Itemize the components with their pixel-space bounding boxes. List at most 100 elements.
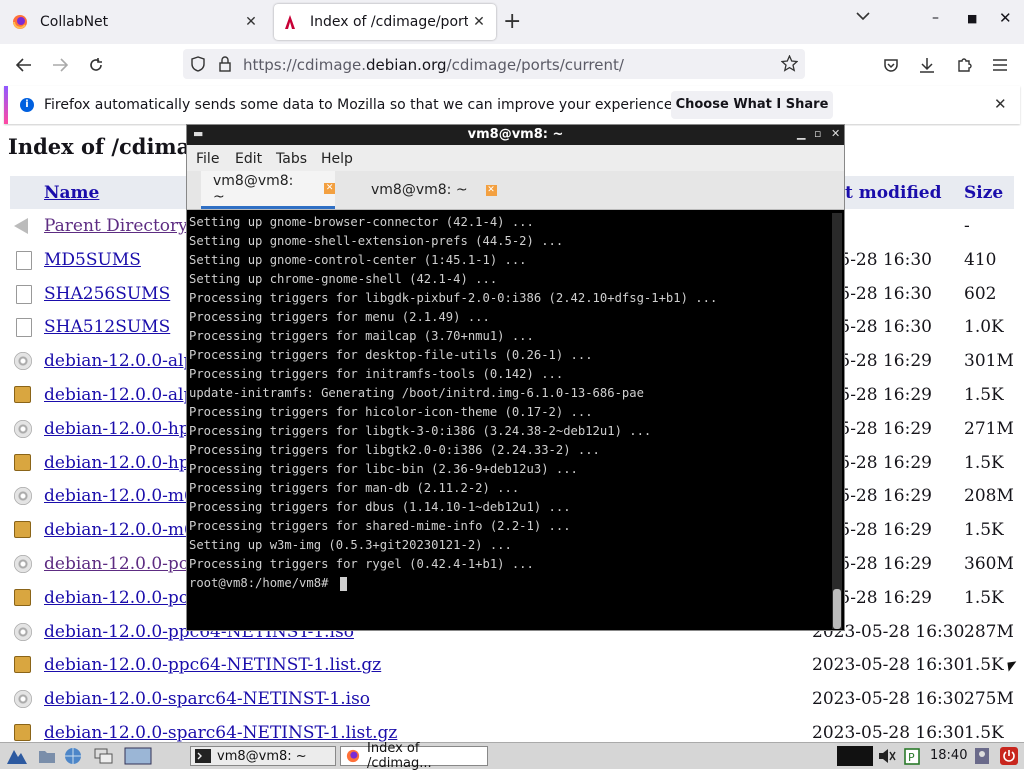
- forward-button[interactable]: [49, 54, 71, 76]
- app-menu-button[interactable]: [989, 54, 1011, 76]
- file-link[interactable]: MD5SUMS: [44, 250, 141, 270]
- clipboard-button[interactable]: P: [904, 746, 920, 766]
- list-all-tabs-icon[interactable]: [856, 11, 870, 21]
- extensions-button[interactable]: [953, 54, 975, 76]
- file-link[interactable]: debian-12.0.0-m6: [44, 486, 195, 506]
- taskbar-terminal-task[interactable]: vm8@vm8: ~: [190, 746, 336, 766]
- file-size: 275M: [964, 689, 1014, 710]
- user-icon: [975, 748, 989, 764]
- file-link[interactable]: debian-12.0.0-m6: [44, 520, 195, 540]
- file-manager-launcher[interactable]: [38, 746, 56, 766]
- file-size: -: [964, 216, 970, 236]
- modified-column-header[interactable]: t modified: [845, 183, 942, 203]
- hamburger-menu-icon: [993, 59, 1007, 71]
- table-row: debian-12.0.0-sparc64-NETINST-1.list.gz 2…: [10, 716, 1014, 742]
- terminal-scrollbar-thumb[interactable]: [833, 589, 841, 629]
- close-notification-icon[interactable]: ✕: [994, 95, 1007, 113]
- globe-icon: [65, 748, 81, 764]
- browser-tab-collabnet[interactable]: CollabNet ✕: [0, 4, 268, 40]
- terminal-line: update-initramfs: Generating /boot/initr…: [189, 386, 644, 400]
- close-terminal-tab-icon[interactable]: ✕: [485, 184, 497, 196]
- start-menu-button[interactable]: [6, 746, 28, 766]
- url-bar[interactable]: https://cdimage.debian.org/cdimage/ports…: [183, 49, 805, 79]
- firefox-icon: [13, 15, 27, 29]
- last-modified: 2023-05-28 16:30: [812, 722, 965, 742]
- terminal-line: Setting up gnome-shell-extension-prefs (…: [189, 234, 564, 248]
- file-link[interactable]: debian-12.0.0-pow: [44, 554, 204, 574]
- disc-image-icon: [14, 554, 32, 573]
- pocket-button[interactable]: [880, 54, 902, 76]
- terminal-prompt-line[interactable]: root@vm8:/home/vm8#: [189, 574, 829, 593]
- url-text[interactable]: https://cdimage.debian.org/cdimage/ports…: [243, 56, 624, 74]
- terminal-tab-2[interactable]: vm8@vm8: ~ ✕: [357, 171, 505, 209]
- file-link[interactable]: SHA256SUMS: [44, 284, 170, 304]
- user-menu-button[interactable]: [974, 746, 990, 766]
- file-link[interactable]: debian-12.0.0-ppc64-NETINST-1.list.gz: [44, 655, 381, 675]
- browser-tab-index[interactable]: Index of /cdimage/ports/ ✕: [274, 4, 496, 40]
- file-link[interactable]: debian-12.0.0-sparc64-NETINST-1.iso: [44, 689, 370, 709]
- file-link[interactable]: debian-12.0.0-sparc64-NETINST-1.list.gz: [44, 723, 397, 742]
- speaker-icon: [879, 749, 896, 763]
- menu-tabs[interactable]: Tabs: [276, 151, 307, 167]
- table-row: debian-12.0.0-ppc64-NETINST-1.list.gz 202…: [10, 648, 1014, 682]
- terminal-tab-label: vm8@vm8: ~: [213, 172, 294, 205]
- web-browser-launcher[interactable]: [64, 746, 82, 766]
- menu-help[interactable]: Help: [321, 151, 353, 167]
- terminal-tab-1[interactable]: vm8@vm8: ~ ✕: [201, 171, 335, 209]
- window-close-button[interactable]: ✕: [999, 9, 1012, 27]
- terminal-line: Processing triggers for hicolor-icon-the…: [189, 405, 593, 419]
- clock[interactable]: 18:40: [930, 748, 967, 763]
- terminal-minimize-button[interactable]: ▁: [797, 127, 805, 140]
- file-link[interactable]: debian-12.0.0-alp: [44, 385, 194, 405]
- file-link[interactable]: debian-12.0.0-alp: [44, 351, 194, 371]
- shield-tracking-icon[interactable]: [191, 56, 205, 72]
- window-maximize-button[interactable]: ■: [967, 12, 977, 25]
- terminal-titlebar[interactable]: ▬ vm8@vm8: ~ ▁ ▫ ✕: [187, 125, 844, 145]
- lock-icon[interactable]: [219, 56, 231, 72]
- file-link[interactable]: debian-12.0.0-hpp: [44, 419, 201, 439]
- terminal-scrollbar[interactable]: [832, 213, 842, 629]
- menu-edit[interactable]: Edit: [235, 151, 262, 167]
- table-row: debian-12.0.0-sparc64-NETINST-1.iso 2023-…: [10, 682, 1014, 716]
- size-column-header[interactable]: Size: [964, 183, 1003, 203]
- terminal-line: Processing triggers for initramfs-tools …: [189, 367, 564, 381]
- reload-button[interactable]: [85, 54, 107, 76]
- terminal-output[interactable]: Setting up gnome-browser-connector (42.1…: [189, 213, 829, 629]
- system-tray-area: [837, 746, 873, 766]
- show-desktop-button[interactable]: [124, 746, 152, 766]
- disc-image-icon: [14, 419, 32, 438]
- close-tab-icon[interactable]: ✕: [468, 14, 490, 30]
- file-link[interactable]: debian-12.0.0-hpp: [44, 453, 201, 473]
- taskbar-firefox-task[interactable]: Index of /cdimag...: [340, 741, 488, 771]
- power-button[interactable]: [1000, 746, 1018, 766]
- window-minimize-button[interactable]: –: [932, 10, 939, 26]
- start-menu-icon: [7, 750, 27, 764]
- clipboard-icon: P: [904, 748, 920, 765]
- file-link[interactable]: SHA512SUMS: [44, 317, 170, 337]
- downloads-button[interactable]: [916, 54, 938, 76]
- terminal-icon: [195, 749, 211, 763]
- terminal-maximize-button[interactable]: ▫: [814, 127, 821, 140]
- close-tab-icon[interactable]: ✕: [240, 14, 262, 30]
- shell-prompt: root@vm8:/home/vm8#: [189, 576, 336, 590]
- close-terminal-tab-icon[interactable]: ✕: [324, 183, 335, 194]
- file-link[interactable]: Parent Directory: [44, 216, 188, 236]
- volume-button[interactable]: [878, 746, 896, 766]
- text-file-icon: [16, 250, 32, 270]
- window-switcher-launcher[interactable]: [94, 746, 114, 766]
- terminal-close-button[interactable]: ✕: [831, 127, 840, 140]
- file-size: 287M: [964, 621, 1014, 642]
- terminal-window: ▬ vm8@vm8: ~ ▁ ▫ ✕ File Edit Tabs Help v…: [186, 124, 845, 631]
- menu-file[interactable]: File: [196, 151, 219, 167]
- bookmark-star-icon[interactable]: [781, 55, 798, 72]
- back-button[interactable]: [13, 54, 35, 76]
- file-size: 1.5K: [964, 384, 1004, 405]
- file-link[interactable]: debian-12.0.0-pow: [44, 588, 204, 608]
- choose-what-i-share-button[interactable]: Choose What I Share: [671, 91, 833, 119]
- terminal-line: Processing triggers for rygel (0.42.4-1+…: [189, 557, 534, 571]
- taskbar-task-label: Index of /cdimag...: [367, 741, 432, 771]
- new-tab-button[interactable]: +: [503, 9, 521, 34]
- name-column-header[interactable]: Name: [44, 183, 99, 203]
- archive-icon: [14, 588, 31, 606]
- archive-icon: [14, 385, 31, 403]
